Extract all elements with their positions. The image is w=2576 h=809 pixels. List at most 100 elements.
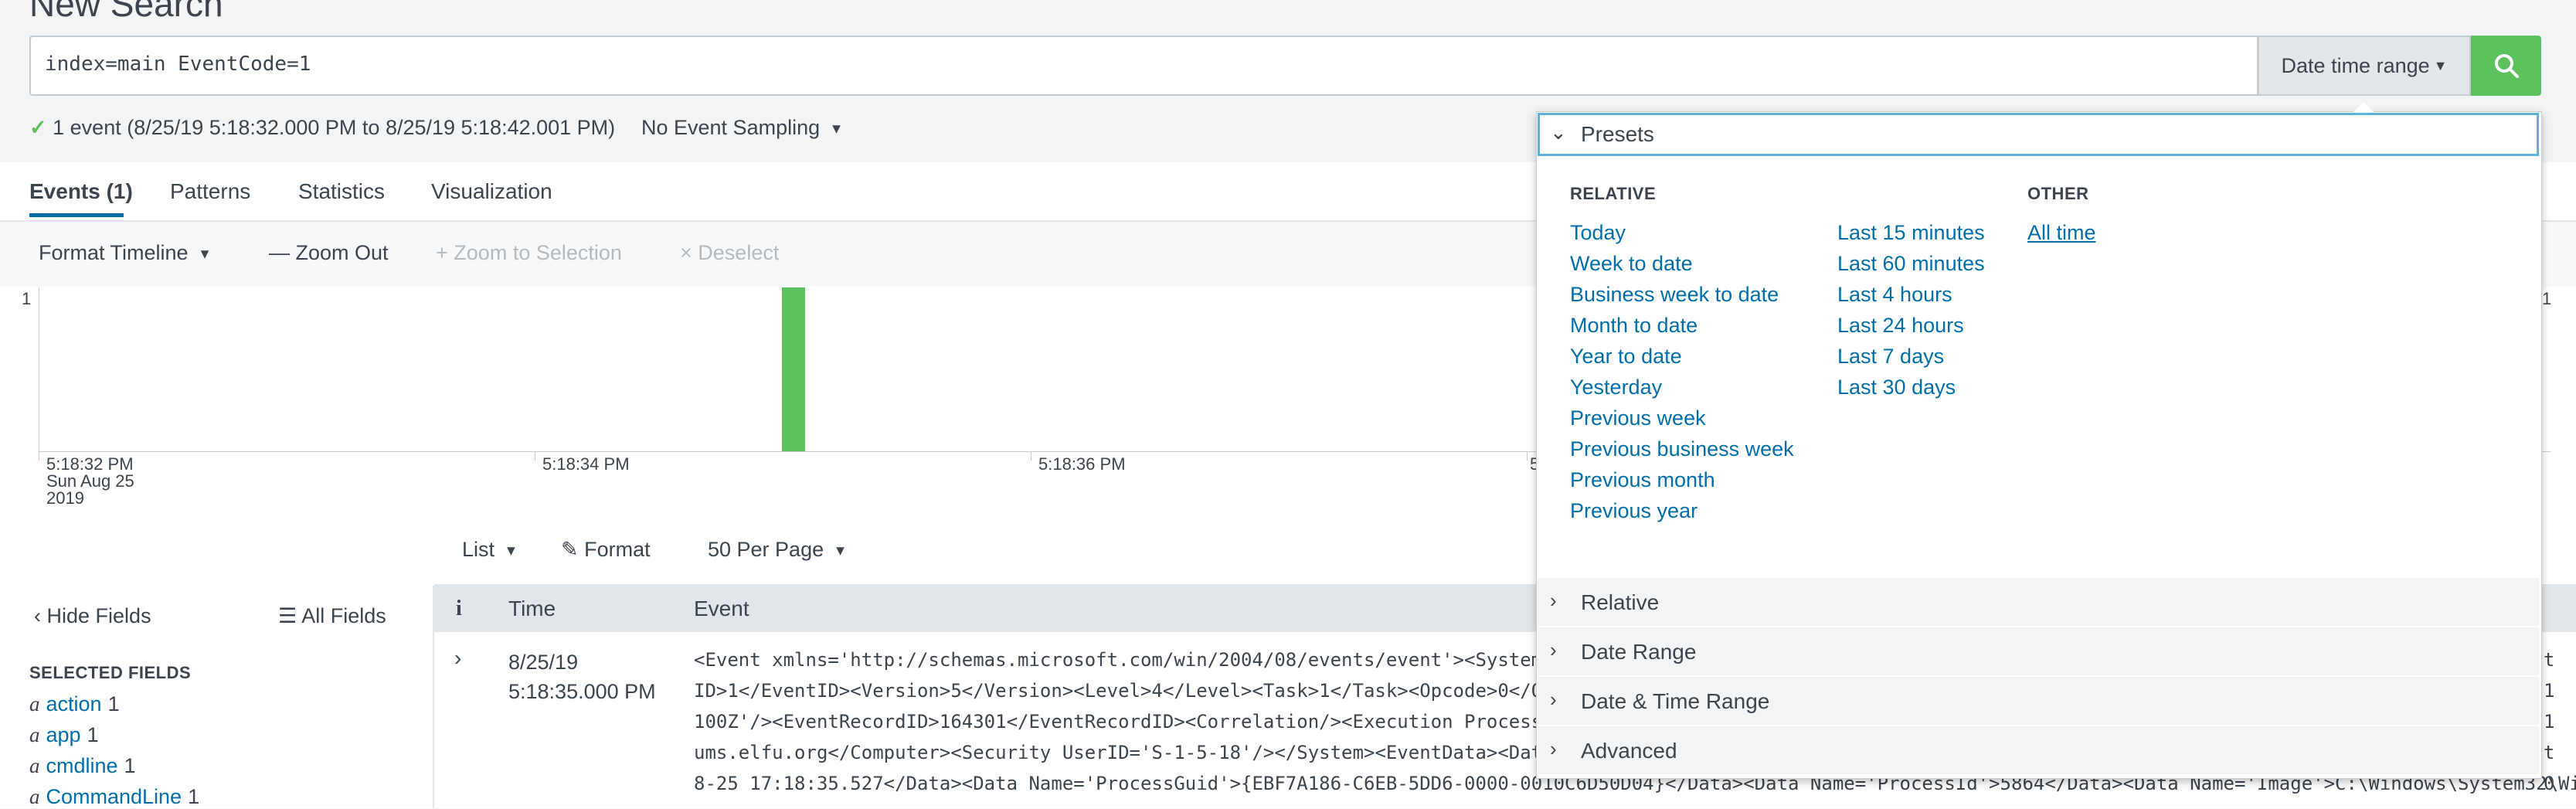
per-page-dropdown[interactable]: 50 Per Page ▼: [708, 538, 847, 562]
preset-all-time[interactable]: All time: [2027, 221, 2096, 245]
caret-down-icon: ▼: [500, 542, 518, 559]
event-raw-line-tail: 0: [2544, 773, 2555, 794]
event-raw-line-tail: t: [2544, 742, 2555, 763]
preset-month-to-date[interactable]: Month to date: [1570, 314, 1698, 338]
field-name[interactable]: CommandLine: [46, 785, 182, 808]
chevron-down-icon: ⌄: [1550, 121, 1567, 144]
field-count: 1: [87, 723, 99, 746]
chevron-right-icon[interactable]: ›: [454, 646, 461, 671]
preset-last-30-days[interactable]: Last 30 days: [1837, 376, 1956, 399]
preset-previous-week[interactable]: Previous week: [1570, 406, 1706, 430]
dropdown-pointer: [2353, 102, 2374, 112]
presets-toggle[interactable]: ⌄ Presets: [1550, 121, 1654, 147]
tab-statistics[interactable]: Statistics: [298, 179, 385, 204]
preset-year-to-date[interactable]: Year to date: [1570, 345, 1682, 369]
list-icon: ☰: [278, 604, 297, 627]
caret-down-icon: ▼: [829, 542, 848, 559]
event-sampling-dropdown[interactable]: No Event Sampling ▼: [641, 116, 843, 140]
field-item[interactable]: a CommandLine 1: [29, 785, 199, 809]
search-query-text[interactable]: index=main EventCode=1: [45, 53, 311, 76]
event-raw-line: ums.elfu.org</Computer><Security UserID=…: [694, 742, 1554, 763]
zoom-out-label: Zoom Out: [295, 241, 389, 264]
active-tab-indicator: [29, 213, 124, 217]
preset-previous-month[interactable]: Previous month: [1570, 468, 1715, 492]
preset-week-to-date[interactable]: Week to date: [1570, 252, 1693, 276]
preset-last-60-minutes[interactable]: Last 60 minutes: [1837, 252, 1985, 276]
preset-yesterday[interactable]: Yesterday: [1570, 376, 1662, 399]
list-label: List: [462, 538, 495, 561]
zoom-to-selection-button[interactable]: + Zoom to Selection: [436, 241, 622, 265]
section-date-time-range-label: Date & Time Range: [1581, 689, 1770, 713]
plus-icon: +: [436, 241, 448, 264]
section-relative-label: Relative: [1581, 590, 1660, 614]
tab-events[interactable]: Events (1): [29, 179, 133, 204]
time-range-picker-button[interactable]: Date time range ▼: [2258, 36, 2471, 96]
format-timeline-label: Format Timeline: [39, 241, 189, 264]
field-type: a: [29, 754, 40, 777]
tab-patterns[interactable]: Patterns: [170, 179, 250, 204]
chevron-right-icon: ›: [1550, 737, 1557, 760]
event-raw-line: <Event xmlns='http://schemas.microsoft.c…: [694, 649, 1565, 671]
field-count: 1: [188, 785, 200, 808]
field-count: 1: [107, 692, 120, 716]
preset-today[interactable]: Today: [1570, 221, 1626, 245]
y-axis-max-left: 1: [22, 289, 32, 308]
preset-last-15-minutes[interactable]: Last 15 minutes: [1837, 221, 1985, 245]
search-icon: [2494, 54, 2519, 78]
minus-icon: —: [269, 241, 290, 264]
field-item[interactable]: a action 1: [29, 692, 120, 716]
preset-last-4-hours[interactable]: Last 4 hours: [1837, 283, 1952, 307]
preset-last-24-hours[interactable]: Last 24 hours: [1837, 314, 1964, 338]
zoom-out-button[interactable]: — Zoom Out: [269, 241, 389, 265]
preset-last-7-days[interactable]: Last 7 days: [1837, 345, 1944, 369]
event-time: 8/25/19 5:18:35.000 PM: [508, 648, 656, 706]
chevron-right-icon: ›: [1550, 638, 1557, 661]
x-label-year: 2019: [46, 488, 84, 508]
field-name[interactable]: cmdline: [46, 754, 118, 777]
event-date: 8/25/19: [508, 651, 579, 674]
event-column-header: Event: [694, 597, 749, 620]
section-date-time-range[interactable]: › Date & Time Range: [1538, 677, 2539, 726]
preset-previous-business-week[interactable]: Previous business week: [1570, 437, 1794, 461]
x-tick: [1527, 451, 1528, 461]
field-item[interactable]: a cmdline 1: [29, 754, 136, 778]
all-fields-label: All Fields: [301, 604, 386, 627]
caret-down-icon: ▼: [194, 246, 212, 262]
deselect-button[interactable]: × Deselect: [680, 241, 779, 265]
format-timeline-button[interactable]: Format Timeline ▼: [39, 241, 212, 265]
search-input[interactable]: [29, 36, 2258, 96]
event-raw-line: 100Z'/><EventRecordID>164301</EventRecor…: [694, 711, 1565, 733]
chevron-right-icon: ›: [1550, 589, 1557, 612]
x-label-time: 5:18:32 PM: [46, 454, 134, 474]
hide-fields-button[interactable]: ‹ Hide Fields: [34, 604, 151, 628]
field-item[interactable]: a app 1: [29, 723, 99, 747]
pencil-icon: ✎: [561, 538, 579, 561]
event-raw-line-tail: t: [2544, 649, 2555, 671]
section-relative[interactable]: › Relative: [1538, 578, 2539, 627]
field-name[interactable]: app: [46, 723, 81, 746]
presets-label: Presets: [1581, 122, 1654, 146]
x-label: 5:18:32 PM Sun Aug 25 2019: [46, 456, 134, 507]
zoom-selection-label: Zoom to Selection: [454, 241, 622, 264]
page-title: New Search: [29, 0, 223, 24]
section-date-range[interactable]: › Date Range: [1538, 627, 2539, 677]
section-advanced[interactable]: › Advanced: [1538, 726, 2539, 776]
preset-previous-year[interactable]: Previous year: [1570, 499, 1698, 523]
preset-business-week-to-date[interactable]: Business week to date: [1570, 283, 1779, 307]
event-count-summary: 1 event (8/25/19 5:18:32.000 PM to 8/25/…: [53, 116, 616, 139]
hide-fields-label: Hide Fields: [46, 604, 151, 627]
info-column-header: i: [456, 597, 462, 620]
presets-section-header[interactable]: [1538, 113, 2539, 156]
field-type: a: [29, 692, 40, 716]
format-label: Format: [584, 538, 651, 561]
format-button[interactable]: ✎ Format: [561, 538, 651, 562]
all-fields-button[interactable]: ☰ All Fields: [278, 604, 386, 628]
relative-column-heading: RELATIVE: [1570, 184, 1657, 203]
tab-visualization[interactable]: Visualization: [431, 179, 552, 204]
field-name[interactable]: action: [46, 692, 102, 716]
time-column-header[interactable]: Time: [508, 597, 556, 621]
list-view-dropdown[interactable]: List ▼: [462, 538, 518, 562]
search-button[interactable]: [2471, 36, 2541, 96]
timeline-bar[interactable]: [782, 287, 805, 451]
event-raw-line: ID>1</EventID><Version>5</Version><Level…: [694, 680, 1565, 702]
